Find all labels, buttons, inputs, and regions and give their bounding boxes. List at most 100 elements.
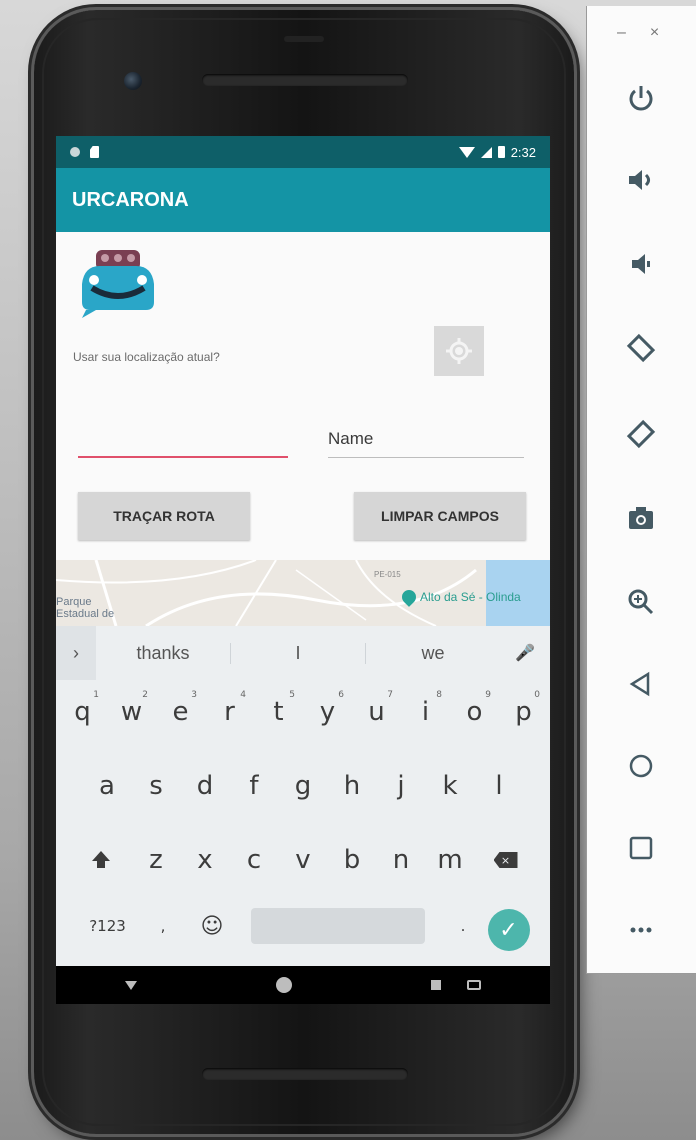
key-u[interactable]: u7 <box>352 684 401 740</box>
key-n[interactable]: n <box>377 832 426 888</box>
trace-route-button[interactable]: TRAÇAR ROTA <box>78 492 250 540</box>
rotate-left-button[interactable] <box>619 326 663 370</box>
front-camera <box>124 72 142 90</box>
key-g[interactable]: g <box>279 758 328 814</box>
period-key[interactable]: . <box>439 898 488 954</box>
key-t[interactable]: t5 <box>254 684 303 740</box>
enter-key[interactable]: ✓ <box>487 908 530 951</box>
key-label: e <box>172 697 189 727</box>
key-row-1: q1 w2 e3 r4 t5 y6 u7 i8 o9 p0 <box>56 684 550 740</box>
symbols-key[interactable]: ?123 <box>77 898 139 954</box>
key-hint: 2 <box>142 690 148 700</box>
key-label: u <box>368 697 385 727</box>
mic-icon[interactable]: 🎤 <box>500 643 550 663</box>
key-d[interactable]: d <box>181 758 230 814</box>
backspace-key[interactable]: × <box>475 832 537 888</box>
app-logo <box>78 244 158 320</box>
more-button[interactable] <box>619 908 663 952</box>
key-hint: 4 <box>240 690 246 700</box>
key-f[interactable]: f <box>230 758 279 814</box>
home-icon <box>629 754 653 778</box>
expand-suggestions-button[interactable]: › <box>56 626 96 680</box>
nav-recents-icon[interactable] <box>430 980 441 990</box>
rotate-right-button[interactable] <box>619 412 663 456</box>
shift-key[interactable] <box>70 832 132 888</box>
battery-icon <box>497 146 505 158</box>
close-button[interactable]: × <box>650 24 659 42</box>
home-button[interactable] <box>619 744 663 788</box>
key-y[interactable]: y6 <box>303 684 352 740</box>
key-a[interactable]: a <box>83 758 132 814</box>
key-w[interactable]: w2 <box>107 684 156 740</box>
phone-frame: 2:32 URCARONA Usar sua localização atual… <box>34 10 574 1134</box>
key-hint: 0 <box>534 690 540 700</box>
key-label: y <box>319 697 336 727</box>
key-label: p <box>515 697 532 727</box>
key-x[interactable]: x <box>181 832 230 888</box>
emoji-key[interactable]: ☺ <box>188 898 237 954</box>
key-q[interactable]: q1 <box>58 684 107 740</box>
key-hint: 9 <box>485 690 491 700</box>
map-pin-icon <box>399 587 419 607</box>
map-poi[interactable]: Alto da Sé - Olinda <box>399 587 521 607</box>
map-poi-label: Alto da Sé - Olinda <box>420 590 521 604</box>
map-road-label: PE-015 <box>374 570 401 579</box>
navigation-bar <box>56 966 550 1004</box>
zoom-button[interactable] <box>619 580 663 624</box>
spacebar[interactable] <box>250 908 425 944</box>
key-r[interactable]: r4 <box>205 684 254 740</box>
key-label: w <box>120 697 143 727</box>
origin-input[interactable] <box>78 418 288 458</box>
key-c[interactable]: c <box>230 832 279 888</box>
key-label: q <box>74 697 91 727</box>
key-k[interactable]: k <box>426 758 475 814</box>
key-z[interactable]: z <box>132 832 181 888</box>
volume-down-button[interactable] <box>619 242 663 286</box>
name-input[interactable] <box>328 420 524 458</box>
power-button[interactable] <box>619 76 663 120</box>
key-label: o <box>466 697 483 727</box>
bottom-speaker <box>202 1068 408 1080</box>
soft-keyboard: › thanks I we 🎤 q1 w2 e3 r4 t5 y6 u7 i8 … <box>56 626 550 966</box>
nav-home-icon[interactable] <box>275 977 292 993</box>
wifi-icon <box>458 146 475 158</box>
emulator-toolbar: – × <box>586 6 696 974</box>
key-row-2: a s d f g h j k l <box>56 758 550 814</box>
camera-icon <box>629 507 653 529</box>
minimize-button[interactable]: – <box>617 24 626 42</box>
key-p[interactable]: p0 <box>499 684 548 740</box>
key-s[interactable]: s <box>132 758 181 814</box>
key-m[interactable]: m <box>426 832 475 888</box>
back-button[interactable] <box>619 662 663 706</box>
use-location-button[interactable] <box>434 326 484 376</box>
overview-button[interactable] <box>619 826 663 870</box>
key-i[interactable]: i8 <box>401 684 450 740</box>
suggestion-2[interactable]: I <box>231 642 366 664</box>
clear-fields-button[interactable]: LIMPAR CAMPOS <box>354 492 526 540</box>
top-speaker <box>202 74 408 86</box>
suggestion-3[interactable]: we <box>366 643 500 664</box>
key-label: r <box>224 697 235 727</box>
keyboard-switch-icon[interactable] <box>466 980 481 990</box>
location-prompt: Usar sua localização atual? <box>73 350 220 364</box>
suggestion-strip: › thanks I we 🎤 <box>56 626 550 680</box>
screenshot-button[interactable] <box>619 496 663 540</box>
key-h[interactable]: h <box>328 758 377 814</box>
suggestion-1[interactable]: thanks <box>96 642 231 664</box>
status-bar: 2:32 <box>56 136 550 168</box>
key-o[interactable]: o9 <box>450 684 499 740</box>
key-l[interactable]: l <box>475 758 524 814</box>
nav-back-icon[interactable] <box>125 980 138 990</box>
key-row-3: z x c v b n m × <box>56 832 550 888</box>
map-view[interactable]: PE-015 Parque Estadual de Alto da Sé - O… <box>56 560 550 626</box>
sd-card-icon <box>90 146 99 158</box>
volume-up-button[interactable] <box>619 158 663 202</box>
key-label: i <box>421 697 430 727</box>
key-b[interactable]: b <box>328 832 377 888</box>
key-v[interactable]: v <box>279 832 328 888</box>
gps-icon <box>446 338 472 364</box>
key-e[interactable]: e3 <box>156 684 205 740</box>
comma-key[interactable]: , <box>139 898 188 954</box>
key-j[interactable]: j <box>377 758 426 814</box>
check-icon: ✓ <box>499 916 518 942</box>
